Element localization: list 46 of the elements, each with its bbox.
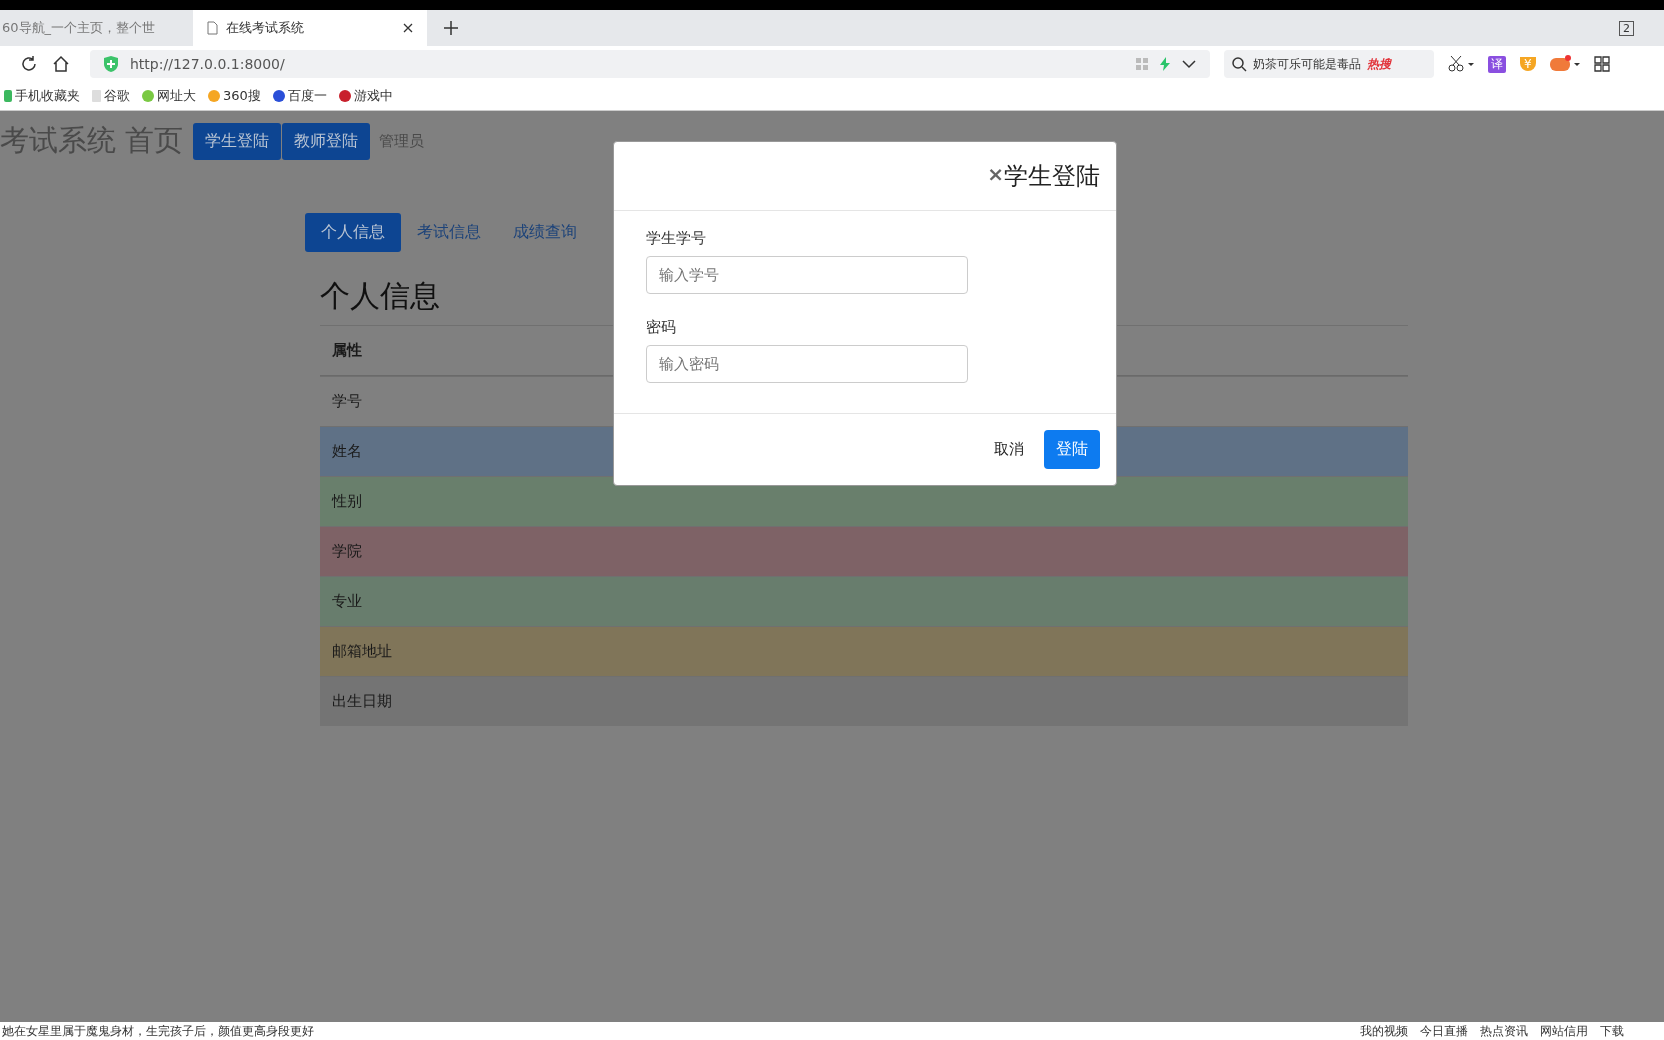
browser-tab[interactable]: 60导航_一个主页，整个世 <box>0 10 193 46</box>
search-icon <box>1232 56 1247 72</box>
chevron-down-icon[interactable] <box>1182 59 1196 69</box>
login-button[interactable]: 教师登陆 <box>282 122 371 160</box>
table-row: 出生日期 <box>320 676 1408 726</box>
hot-search-badge[interactable]: 热搜 <box>1367 55 1391 73</box>
input-field[interactable]: 输入学号 <box>646 256 968 294</box>
table-row: 性别 <box>320 476 1408 526</box>
status-link[interactable]: 热点资讯 <box>1480 1022 1528 1040</box>
login-submit-button[interactable]: 登陆 <box>1044 430 1100 469</box>
close-icon[interactable] <box>403 23 413 33</box>
cancel-button[interactable]: 取消 <box>988 434 1030 465</box>
gamepad-icon[interactable] <box>1549 55 1580 73</box>
reload-icon[interactable] <box>20 55 38 73</box>
bookmark[interactable]: 手机收藏夹 <box>4 87 80 105</box>
bookmark[interactable]: 360搜 <box>208 87 261 105</box>
section-title: 个人信息 <box>320 277 440 315</box>
table-row: 学院 <box>320 526 1408 576</box>
status-link[interactable]: 网站信用 <box>1540 1022 1588 1040</box>
login-button[interactable]: 学生登陆 <box>193 122 282 160</box>
bookmark[interactable]: 网址大 <box>142 87 196 105</box>
new-tab-icon[interactable] <box>444 21 458 35</box>
input-field[interactable]: 输入密码 <box>646 345 968 383</box>
apps-grid-icon[interactable] <box>1593 56 1610 72</box>
close-button[interactable]: × <box>987 162 1004 186</box>
bookmark[interactable]: 谷歌 <box>92 87 130 105</box>
page-icon <box>207 21 218 35</box>
status-link[interactable]: 今日直播 <box>1420 1022 1468 1040</box>
modal-title: 学生登陆 <box>1004 161 1100 192</box>
bookmark[interactable]: 百度一 <box>272 87 327 105</box>
scissors-icon[interactable] <box>1448 56 1474 72</box>
nav-pill[interactable]: 个人信息 <box>305 213 401 252</box>
status-link[interactable]: 我的视频 <box>1360 1022 1408 1040</box>
address-bar[interactable]: http://127.0.0.1:8000/ <box>90 50 1210 78</box>
home-icon[interactable] <box>52 55 70 73</box>
tab-count[interactable]: 2 <box>1619 20 1634 36</box>
table-row: 邮箱地址 <box>320 626 1408 676</box>
browser-tab[interactable]: 在线考试系统 <box>193 10 427 46</box>
download-button[interactable]: 下载 <box>1600 1022 1624 1040</box>
bookmark[interactable]: 游戏中 <box>338 87 393 105</box>
shield-icon <box>104 56 118 72</box>
translate-button[interactable]: 译 <box>1488 55 1506 73</box>
search-field[interactable]: 奶茶可乐可能是毒品 热搜 <box>1224 50 1434 78</box>
news-ticker[interactable]: 她在女星里属于魔鬼身材，生完孩子后，颜值更高身段更好 <box>2 1022 314 1040</box>
field-label: 学生学号 <box>646 229 707 248</box>
table-row: 专业 <box>320 576 1408 626</box>
